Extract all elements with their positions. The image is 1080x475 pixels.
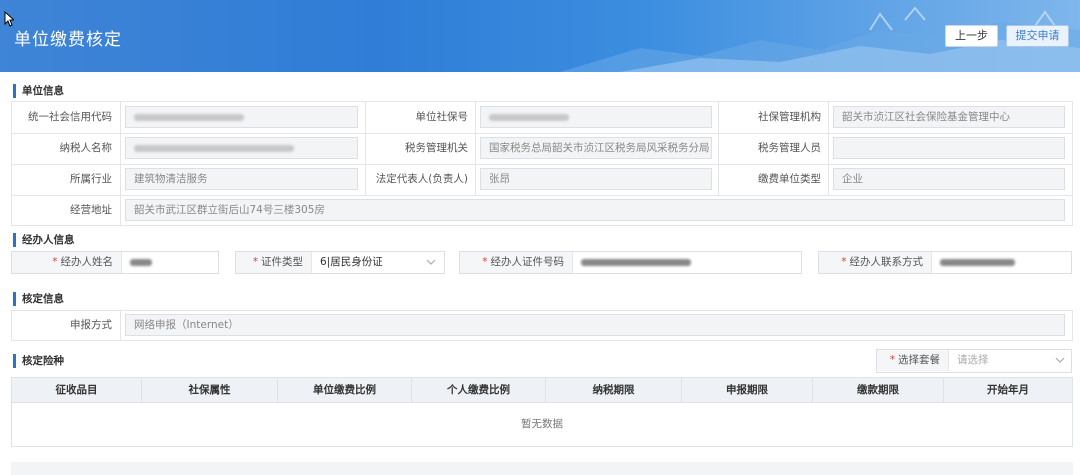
id-type-label: * 证件类型 (236, 252, 312, 273)
id-type-group: * 证件类型 6|居民身份证 (235, 251, 445, 274)
prev-step-button[interactable]: 上一步 (945, 25, 998, 47)
section-title-verify: 核定信息 (13, 292, 64, 306)
credit-code-label: 统一社会信用代码 (28, 111, 112, 123)
agent-name-label: * 经办人姓名 (12, 252, 122, 273)
col-header: 开始年月 (987, 384, 1029, 396)
industry-field: 建筑物清洁服务 (125, 168, 358, 190)
col-header: 单位缴费比例 (278, 378, 412, 402)
col-header: 纳税期限 (546, 378, 682, 402)
credit-code-field (125, 106, 358, 128)
declare-method-label: 申报方式 (70, 319, 112, 331)
page-header: 单位缴费核定 上一步 提交申请 (0, 0, 1080, 72)
legal-rep-field: 张昂 (480, 168, 712, 190)
chevron-down-icon[interactable] (1055, 355, 1065, 365)
col-header: 社保属性 (142, 378, 278, 402)
industry-label: 所属行业 (70, 173, 112, 185)
agent-name-group: * 经办人姓名 (11, 251, 219, 274)
section-title-unit: 单位信息 (13, 84, 64, 98)
tax-org-label: 税务管理机关 (405, 142, 468, 154)
chevron-down-icon[interactable] (426, 257, 436, 267)
si-agency-field: 韶关市浈江区社会保险基金管理中心 (833, 106, 1065, 128)
id-number-input[interactable] (573, 252, 691, 273)
col-header: 缴款期限 (813, 378, 944, 402)
agent-name-input[interactable] (122, 252, 152, 273)
package-label: * 选择套餐 (877, 350, 949, 371)
mountain-banner-graphic (560, 6, 1080, 72)
unit-type-label: 缴费单位类型 (758, 173, 821, 185)
col-header: 申报期限 (682, 378, 813, 402)
social-no-label: 单位社保号 (415, 111, 469, 123)
insurance-table-body: 暂无数据 (11, 403, 1073, 447)
phone-input[interactable] (932, 252, 1015, 273)
tax-officer-field (833, 137, 1065, 159)
unit-type-field: 企业 (833, 168, 1065, 190)
insurance-table-header: 征收品目 社保属性 单位缴费比例 个人缴费比例 纳税期限 申报期限 缴款期限 开… (11, 377, 1073, 403)
col-header: 征收品目 (12, 378, 142, 402)
taxpayer-name-field (125, 137, 358, 159)
submit-application-button[interactable]: 提交申请 (1006, 25, 1069, 47)
footer-bar (11, 462, 1073, 475)
tax-org-field: 国家税务总局韶关市浈江区税务局风采税务分局 (480, 137, 712, 159)
id-number-group: * 经办人证件号码 (459, 251, 802, 274)
empty-data-text: 暂无数据 (521, 418, 563, 430)
legal-rep-label: 法定代表人(负责人) (375, 173, 468, 185)
id-number-label: * 经办人证件号码 (460, 252, 573, 273)
section-title-insurance: 核定险种 (13, 354, 64, 368)
declare-method-field: 网络申报（Internet） (125, 314, 1065, 336)
address-label: 经营地址 (70, 204, 112, 216)
col-header: 个人缴费比例 (412, 378, 546, 402)
address-field: 韶关市武江区群立街后山74号三楼305房 (125, 199, 1065, 221)
package-select-group: * 选择套餐 请选择 (876, 349, 1072, 373)
si-agency-label: 社保管理机构 (758, 111, 821, 123)
social-no-field (480, 106, 712, 128)
package-select[interactable]: 请选择 (949, 350, 989, 371)
tax-officer-label: 税务管理人员 (758, 142, 821, 154)
id-type-select[interactable]: 6|居民身份证 (312, 252, 440, 273)
page-title: 单位缴费核定 (14, 30, 122, 50)
cursor-arrow-icon (4, 11, 14, 27)
section-title-agent: 经办人信息 (13, 233, 75, 247)
phone-group: * 经办人联系方式 (818, 251, 1072, 274)
taxpayer-name-label: 纳税人名称 (59, 142, 113, 154)
phone-label: * 经办人联系方式 (819, 252, 932, 273)
